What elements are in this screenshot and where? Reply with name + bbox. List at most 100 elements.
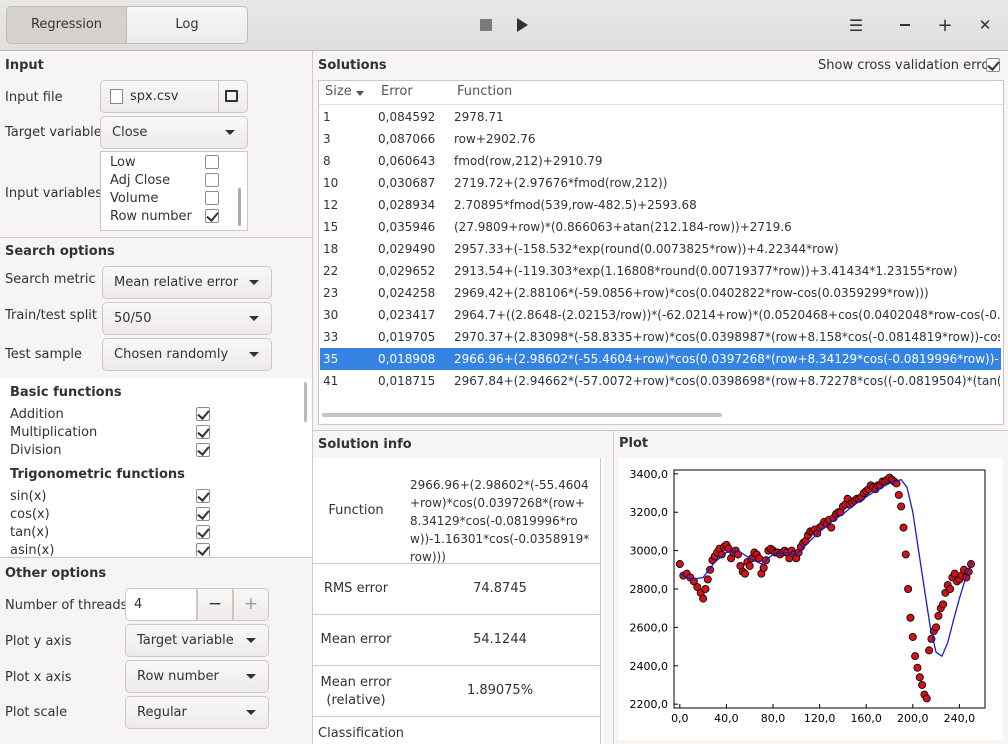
row-function: 2969.42+(2.88106*(-59.0856+row)*cos(0.04…: [454, 286, 929, 300]
table-row[interactable]: 3 0,087066 row+2902.76: [320, 128, 1001, 150]
plot-frame: [673, 469, 986, 709]
table-row[interactable]: 1 0,084592 2978.71: [320, 106, 1001, 128]
data-point: [911, 652, 920, 661]
function-info-label: Function: [328, 503, 384, 518]
variable-label: Adj Close: [110, 173, 171, 188]
train-test-select[interactable]: 50/50: [102, 302, 272, 335]
row-size: 30: [323, 308, 339, 322]
row-error: 0,023417: [378, 308, 436, 322]
table-row[interactable]: 15 0,035946 (27.9809+row)*(0.866063+atan(2…: [320, 216, 1001, 238]
row-error: 0,030687: [378, 176, 436, 190]
cv-label: Show cross validation error: [818, 58, 995, 73]
test-sample-label: Test sample: [5, 347, 82, 362]
variable-checkbox[interactable]: [205, 191, 219, 205]
close-button[interactable]: ✕: [973, 13, 997, 37]
rms-value: 74.8745: [473, 581, 527, 596]
function-checkbox[interactable]: [196, 489, 210, 503]
divider: [313, 665, 600, 666]
variable-checkbox[interactable]: [205, 209, 219, 223]
function-checkbox[interactable]: [196, 443, 210, 457]
variable-checkbox[interactable]: [205, 173, 219, 187]
run-button[interactable]: [510, 13, 534, 37]
search-options-title: Search options: [5, 244, 115, 259]
test-sample-select[interactable]: Chosen randomly: [102, 338, 272, 371]
target-variable-select[interactable]: Close: [100, 116, 248, 149]
function-checkbox[interactable]: [196, 425, 210, 439]
menu-button[interactable]: ☰: [844, 13, 868, 37]
function-list[interactable]: Basic functions Addition Multiplication …: [0, 378, 312, 556]
cv-checkbox[interactable]: [986, 58, 1000, 72]
increase-threads-button[interactable]: +: [233, 588, 269, 621]
row-size: 41: [323, 374, 339, 388]
x-tick-label: 200,0: [897, 712, 929, 725]
plot-scale-select[interactable]: Regular: [125, 696, 269, 729]
x-tick-label: 160,0: [850, 712, 882, 725]
row-size: 1: [323, 110, 331, 124]
variable-checkbox[interactable]: [205, 155, 219, 169]
function-checkbox[interactable]: [196, 407, 210, 421]
row-error: 0,060643: [378, 154, 436, 168]
row-size: 22: [323, 264, 339, 278]
scrollbar[interactable]: [238, 188, 241, 226]
tab-log[interactable]: Log: [127, 6, 248, 44]
minimize-button[interactable]: [893, 13, 917, 37]
divider: [313, 716, 600, 717]
chevron-down-icon: [246, 638, 256, 643]
table-row[interactable]: 33 0,019705 2970.37+(2.83098*(-58.8335+row…: [320, 326, 1001, 348]
stop-icon: [480, 19, 492, 31]
function-checkbox[interactable]: [196, 543, 210, 556]
column-function[interactable]: Function: [457, 84, 512, 99]
function-checkbox[interactable]: [196, 525, 210, 539]
data-point: [901, 550, 910, 559]
file-chooser-button[interactable]: spx.csv: [100, 80, 248, 113]
threads-input[interactable]: 4: [125, 588, 197, 621]
row-error: 0,028934: [378, 198, 436, 212]
horizontal-scrollbar[interactable]: [322, 413, 722, 417]
stop-button[interactable]: [474, 13, 498, 37]
row-function: 2.70895*fmod(539,row-482.5)+2593.68: [454, 198, 697, 212]
plot-y-select[interactable]: Target variable: [125, 624, 269, 657]
minus-icon: −: [207, 594, 223, 614]
function-checkbox[interactable]: [196, 507, 210, 521]
plot-x-select[interactable]: Row number: [125, 660, 269, 693]
data-point: [932, 623, 941, 632]
table-row[interactable]: 12 0,028934 2.70895*fmod(539,row-482.5)+25…: [320, 194, 1001, 216]
data-point: [904, 585, 913, 594]
input-variables-list[interactable]: Low Adj Close Volume Row number: [100, 151, 248, 231]
table-row[interactable]: 10 0,030687 2719.72+(2.97676*fmod(row,212)…: [320, 172, 1001, 194]
function-label: cos(x): [10, 507, 50, 522]
data-point: [906, 613, 915, 622]
divider: [600, 458, 601, 744]
function-label: sin(x): [10, 489, 47, 504]
table-row[interactable]: 41 0,018715 2967.84+(2.94662*(-57.0072+row…: [320, 370, 1001, 392]
chevron-down-icon: [249, 316, 259, 321]
data-point: [827, 523, 836, 532]
column-size[interactable]: Size: [325, 84, 352, 99]
tab-regression[interactable]: Regression: [6, 6, 127, 44]
solution-info-title: Solution info: [318, 437, 412, 452]
table-row[interactable]: 35 0,018908 2966.96+(2.98602*(-55.4604+row…: [320, 348, 1001, 370]
table-row[interactable]: 18 0,029490 2957.33+(-158.532*exp(round(0.…: [320, 238, 1001, 260]
row-error: 0,029490: [378, 242, 436, 256]
scrollbar[interactable]: [304, 382, 307, 422]
search-metric-select[interactable]: Mean relative error: [102, 266, 272, 299]
mean-error-label: Mean error: [320, 632, 392, 647]
row-function: 2964.7+((2.8648-(2.02153/row))*(-62.0214…: [454, 308, 1000, 322]
data-point: [894, 490, 903, 499]
decrease-threads-button[interactable]: −: [197, 588, 233, 621]
y-tick-label: 3200,0: [630, 506, 669, 519]
variable-label: Row number: [110, 209, 192, 224]
table-row[interactable]: 23 0,024258 2969.42+(2.88106*(-59.0856+row…: [320, 282, 1001, 304]
plot-x-label: Plot x axis: [5, 670, 72, 685]
y-tick-label: 2400,0: [630, 660, 669, 673]
column-error[interactable]: Error: [381, 84, 413, 99]
sort-down-icon: [356, 91, 364, 96]
plot-scale-value: Regular: [137, 705, 187, 720]
table-row[interactable]: 8 0,060643 fmod(row,212)+2910.79: [320, 150, 1001, 172]
table-row[interactable]: 22 0,029652 2913.54+(-119.303*exp(1.16808*…: [320, 260, 1001, 282]
maximize-button[interactable]: +: [933, 13, 957, 37]
table-row[interactable]: 30 0,023417 2964.7+((2.8648-(2.02153/row))…: [320, 304, 1001, 326]
open-folder-icon: [225, 90, 238, 102]
row-function: 2967.84+(2.94662*(-57.0072+row)*cos(0.03…: [454, 374, 1000, 388]
row-error: 0,035946: [378, 220, 436, 234]
